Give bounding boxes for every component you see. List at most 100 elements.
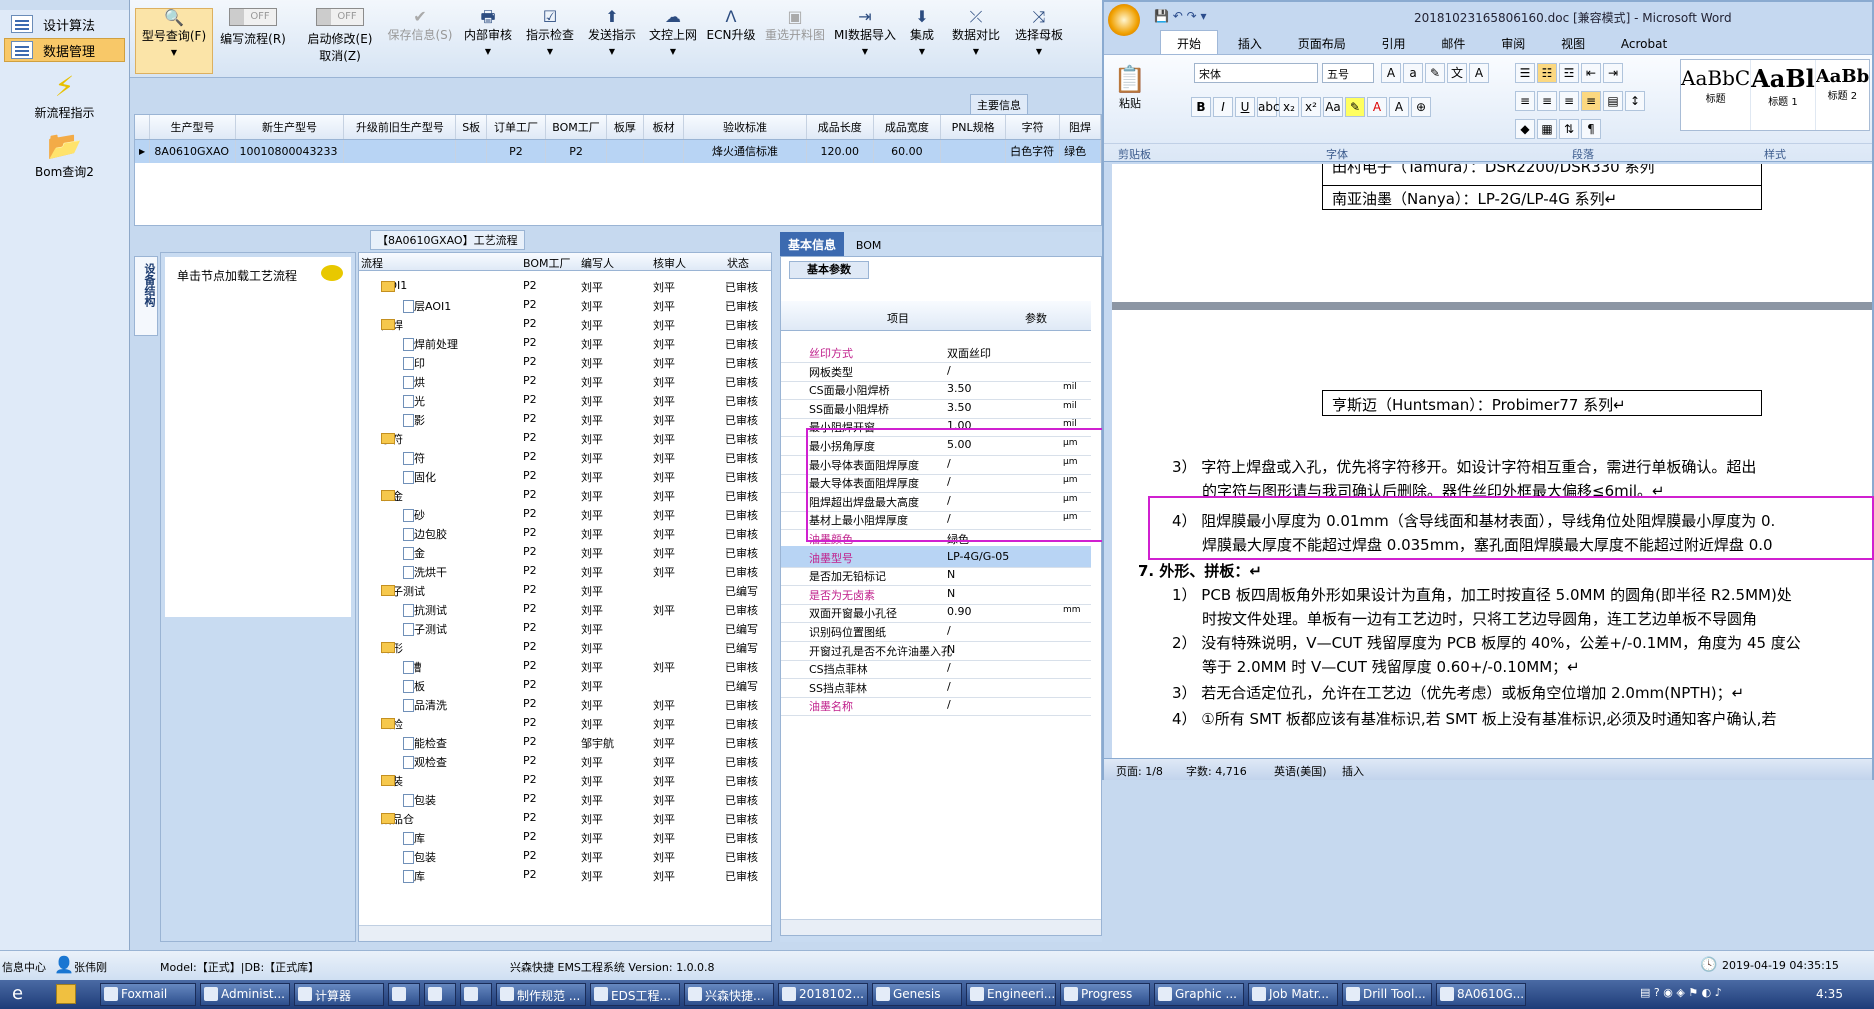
justify-icon[interactable]: ≡	[1581, 91, 1601, 111]
char-shading-icon[interactable]: A	[1389, 97, 1409, 117]
toggle-switch[interactable]: OFF	[316, 8, 364, 26]
tree-row[interactable]: − AOI1 P2 刘平 刘平 已审核	[359, 277, 771, 296]
taskbar-button[interactable]: 计算器	[294, 983, 384, 1006]
prop-value[interactable]: /	[947, 624, 951, 637]
cell[interactable]: 60.00	[873, 139, 942, 163]
taskbar-button[interactable]: Foxmail	[100, 983, 196, 1006]
cell[interactable]: 10010800043233	[235, 139, 345, 163]
taskbar-button[interactable]: Drill Tool...	[1342, 983, 1432, 1006]
col-header[interactable]: 新生产型号	[235, 115, 345, 140]
increase-indent-icon[interactable]: ⇥	[1603, 63, 1623, 83]
prop-value[interactable]: /	[947, 698, 951, 711]
prop-value[interactable]: 0.90	[947, 605, 972, 618]
bom-query-button[interactable]: 📂 Bom查询2	[0, 129, 129, 180]
col-header[interactable]: 成品宽度	[873, 115, 942, 140]
tree-node[interactable]: − 字符	[381, 431, 403, 447]
taskbar-button[interactable]	[388, 983, 420, 1006]
prop-value[interactable]: N	[947, 587, 955, 600]
taskbar-button[interactable]: EDS工程...	[590, 983, 680, 1006]
tree-node[interactable]: V槽	[403, 659, 422, 675]
tab-home[interactable]: 开始	[1160, 30, 1219, 56]
col-header[interactable]: BOM工厂	[545, 115, 608, 140]
taskbar-button[interactable]	[460, 983, 492, 1006]
taskbar-button[interactable]: Graphic ...	[1154, 983, 1244, 1006]
font-name-select[interactable]: 宋体	[1194, 63, 1318, 83]
tree-row[interactable]: 曝光 P2 刘平 刘平 已审核	[359, 391, 771, 410]
prop-value[interactable]: /	[947, 661, 951, 674]
mi-import-button[interactable]: ⇥ MI数据导入 ▼	[833, 8, 897, 74]
tree-row[interactable]: 外观检查 P2 刘平 刘平 已审核	[359, 752, 771, 771]
decrease-indent-icon[interactable]: ⇤	[1581, 63, 1601, 83]
font-color-icon[interactable]: A	[1367, 97, 1387, 117]
taskbar-button[interactable]: Engineeri...	[966, 983, 1056, 1006]
start-modify-button[interactable]: OFF 启动修改(E) 取消(Z)	[300, 8, 380, 74]
col-header[interactable]: 编写人	[581, 255, 614, 271]
prop-value[interactable]: 3.50	[947, 401, 972, 414]
col-header[interactable]: S板	[455, 115, 487, 140]
tree-node[interactable]: 成品清洗	[403, 697, 447, 713]
col-header[interactable]: 状态	[727, 255, 749, 271]
tree-node[interactable]: − 成品仓	[381, 811, 414, 827]
multilevel-icon[interactable]: ☲	[1559, 63, 1579, 83]
taskbar-button[interactable]: Job Matr...	[1248, 983, 1338, 1006]
tree-node[interactable]: 喷砂	[403, 507, 425, 523]
strikethrough-icon[interactable]: abc	[1257, 97, 1280, 117]
instruction-check-button[interactable]: ☑ 指示检查 ▼	[522, 8, 578, 74]
tree-node[interactable]: 外包装	[403, 849, 436, 865]
tree-node[interactable]: − 阻焊	[381, 317, 403, 333]
tab-basic-info[interactable]: 基本信息	[780, 232, 845, 257]
table-row[interactable]: 油墨名称 /	[781, 694, 1091, 717]
table-row[interactable]: ▶ 8A0610GXAO 10010800043233 P2 P2 烽火通信标准…	[135, 139, 1101, 163]
reselect-cutting-button[interactable]: ▣ 重选开料图	[762, 8, 828, 74]
col-header[interactable]: 升级前旧生产型号	[343, 115, 457, 140]
tree-row[interactable]: V槽 P2 刘平 刘平 已审核	[359, 657, 771, 676]
tree-node[interactable]: 显影	[403, 412, 425, 428]
internal-review-button[interactable]: 🖶 内部审核 ▼	[460, 8, 516, 74]
taskbar-button[interactable]	[424, 983, 456, 1006]
line-spacing-icon[interactable]: ↕	[1625, 91, 1645, 111]
tree-node[interactable]: 阻抗测试	[403, 602, 447, 618]
tree-node[interactable]: 入库	[403, 830, 425, 846]
info-center[interactable]: 信息中心	[2, 959, 46, 975]
cell[interactable]	[643, 139, 685, 163]
taskbar-button[interactable]: Administ...	[200, 983, 290, 1006]
cell[interactable]	[343, 139, 457, 163]
tree-row[interactable]: 丝印 P2 刘平 刘平 已审核	[359, 353, 771, 372]
tree-row[interactable]: 成品清洗 P2 刘平 刘平 已审核	[359, 695, 771, 714]
tree-node[interactable]: 出库	[403, 868, 425, 884]
style-heading1[interactable]: AaBl 标题 1	[1750, 60, 1815, 130]
shading-icon[interactable]: ◆	[1515, 119, 1535, 139]
cell[interactable]: 绿色	[1059, 139, 1101, 163]
select-motherboard-button[interactable]: ⤨ 选择母板 ▼	[1010, 8, 1068, 74]
tree-node[interactable]: 铣板	[403, 678, 425, 694]
tree-node[interactable]: 预烘	[403, 374, 425, 390]
show-marks-icon[interactable]: ¶	[1581, 119, 1601, 139]
document-area[interactable]: 田村电子（Tamura）：DSR2200/DSR330 系列 南亚油墨（Nany…	[1112, 164, 1872, 760]
col-header[interactable]: 订单工厂	[486, 115, 547, 140]
tree-row[interactable]: 入库 P2 刘平 刘平 已审核	[359, 828, 771, 847]
font-size-select[interactable]: 五号	[1322, 63, 1374, 83]
col-header[interactable]: PNL规格	[940, 115, 1007, 140]
tree-node[interactable]: − AOI1	[381, 279, 407, 292]
folder-icon[interactable]	[56, 984, 76, 1004]
page-count[interactable]: 页面: 1/8	[1116, 763, 1163, 779]
tree-node[interactable]: − 终检	[381, 716, 403, 732]
tree-row[interactable]: 预烘 P2 刘平 刘平 已审核	[359, 372, 771, 391]
align-left-icon[interactable]: ≡	[1515, 91, 1535, 111]
data-compare-button[interactable]: ⤫ 数据对比 ▼	[947, 8, 1005, 74]
cell[interactable]: 8A0610GXAO	[149, 139, 236, 163]
bullets-icon[interactable]: ☰	[1515, 63, 1535, 83]
tree-row[interactable]: − 沉金 P2 刘平 刘平 已审核	[359, 486, 771, 505]
tab-references[interactable]: 引用	[1366, 31, 1422, 56]
style-title[interactable]: AaBbC 标题	[1681, 60, 1750, 130]
tree-node[interactable]: 字符	[403, 450, 425, 466]
tree-row[interactable]: 外包装 P2 刘平 刘平 已审核	[359, 847, 771, 866]
prop-value[interactable]: /	[947, 364, 951, 377]
prop-value[interactable]: N	[947, 643, 955, 656]
horizontal-scrollbar[interactable]	[359, 925, 771, 941]
cell[interactable]: 120.00	[806, 139, 874, 163]
horizontal-scrollbar[interactable]	[781, 919, 1101, 935]
nav-item-data-management[interactable]: 数据管理	[4, 38, 125, 62]
align-right-icon[interactable]: ≡	[1559, 91, 1579, 111]
col-header[interactable]: 生产型号	[149, 115, 236, 140]
